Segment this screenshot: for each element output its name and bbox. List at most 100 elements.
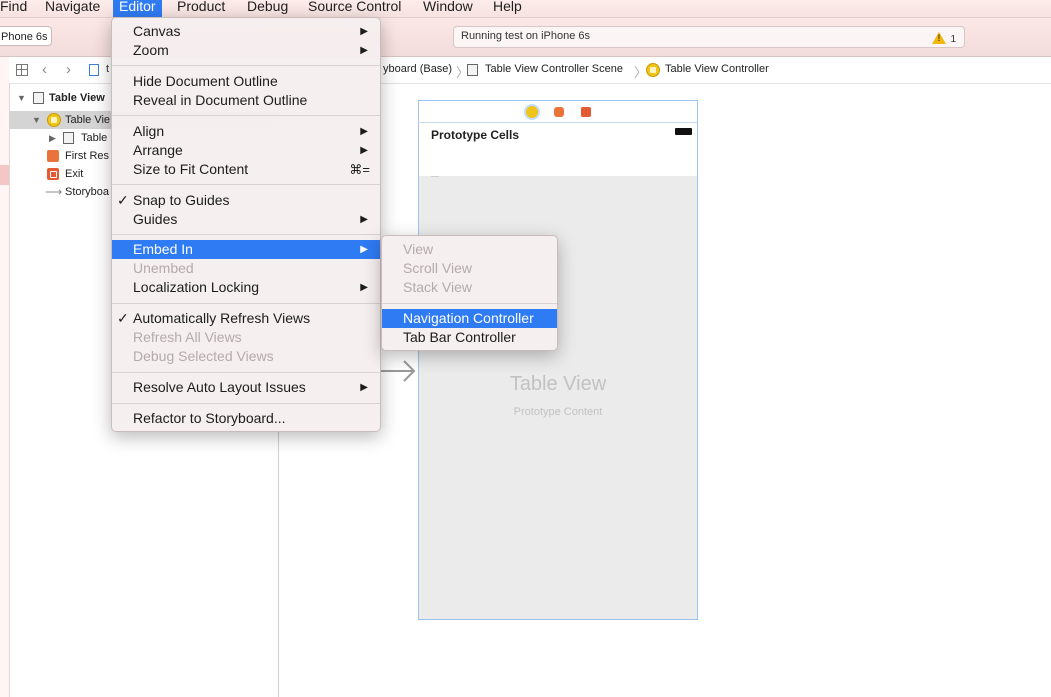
table-view-subtitle: Prototype Content — [513, 406, 603, 418]
menu-item-guides[interactable]: Guides ▶ — [112, 210, 380, 229]
forward-chevron-icon[interactable]: › — [66, 61, 71, 78]
breadcrumb-controller[interactable]: Table View Controller — [665, 63, 769, 75]
menu-item-label: View — [403, 241, 434, 257]
menu-item-automatically-refresh-views[interactable]: ✓ Automatically Refresh Views — [112, 309, 380, 328]
disclosure-triangle-icon[interactable]: ▼ — [32, 111, 41, 129]
menu-item-zoom[interactable]: Zoom ▶ — [112, 41, 380, 60]
menu-item-label: Tab Bar Controller — [403, 329, 516, 345]
storyboard-file-icon — [89, 64, 99, 76]
menu-separator — [112, 65, 380, 66]
menu-item-canvas[interactable]: Canvas ▶ — [112, 22, 380, 41]
warning-indicator[interactable]: 1 — [932, 30, 956, 45]
editor-menu: Canvas ▶ Zoom ▶ Hide Document Outline Reve… — [111, 17, 381, 432]
menu-item-label: Embed In — [133, 241, 193, 257]
breadcrumb-storyboard[interactable]: yboard (Base) — [383, 63, 452, 75]
scene-dock — [418, 100, 698, 123]
breadcrumb-separator: 〉 — [634, 65, 648, 80]
menu-item-debug-selected-views: Debug Selected Views — [112, 347, 380, 366]
view-controller-icon[interactable] — [526, 106, 538, 118]
crumb-file-truncated[interactable]: t — [106, 63, 109, 75]
menu-item-arrange[interactable]: Arrange ▶ — [112, 141, 380, 160]
entry-point-arrow-icon[interactable] — [378, 356, 416, 386]
menu-separator — [112, 234, 380, 235]
warning-icon — [932, 32, 947, 44]
menu-separator — [112, 372, 380, 373]
warning-count: 1 — [950, 34, 956, 45]
menu-bar: Find Navigate Editor Product Debug Sourc… — [0, 0, 1051, 18]
outline-label: First Res — [65, 150, 109, 162]
menu-item-label: Stack View — [403, 279, 472, 295]
outline-label: Storyboa — [65, 186, 110, 198]
submenu-arrow-icon: ▶ — [360, 214, 368, 225]
menu-item-size-to-fit-content[interactable]: Size to Fit Content ⌘= — [112, 160, 380, 179]
menu-product[interactable]: Product — [171, 0, 231, 17]
submenu-arrow-icon: ▶ — [360, 145, 368, 156]
menu-separator — [112, 403, 380, 404]
navigator-strip-highlight — [0, 165, 9, 185]
menu-item-snap-to-guides[interactable]: ✓ Snap to Guides — [112, 191, 380, 210]
first-responder-icon[interactable] — [554, 107, 564, 117]
submenu-arrow-icon: ▶ — [360, 126, 368, 137]
view-controller-icon — [646, 63, 660, 77]
checkmark-icon: ✓ — [117, 192, 129, 208]
menu-editor[interactable]: Editor — [113, 0, 162, 17]
menu-item-reveal-in-document-outline[interactable]: Reveal in Document Outline — [112, 91, 380, 110]
menu-separator — [112, 115, 380, 116]
submenu-arrow-icon: ▶ — [360, 244, 368, 255]
outline-label: Table Vie — [65, 114, 111, 126]
menu-item-label: Snap to Guides — [133, 192, 230, 208]
menu-item-label: Unembed — [133, 260, 194, 276]
menu-item-label: Arrange — [133, 142, 183, 158]
menu-item-refresh-all-views: Refresh All Views — [112, 328, 380, 347]
menu-item-view: View — [382, 240, 557, 259]
menu-item-localization-locking[interactable]: Localization Locking ▶ — [112, 278, 380, 297]
menu-item-navigation-controller[interactable]: Navigation Controller — [382, 309, 557, 328]
menu-window[interactable]: Window — [417, 0, 479, 17]
breadcrumb-scene[interactable]: Table View Controller Scene — [485, 63, 623, 75]
menu-item-embed-in[interactable]: Embed In ▶ — [112, 240, 380, 259]
menu-item-label: Refresh All Views — [133, 329, 242, 345]
table-view-title: Table View — [509, 373, 607, 395]
disclosure-triangle-icon[interactable]: ▶ — [49, 129, 56, 147]
menu-navigate[interactable]: Navigate — [39, 0, 106, 17]
outline-label: Table View — [49, 92, 105, 104]
menu-item-unembed: Unembed — [112, 259, 380, 278]
menu-debug[interactable]: Debug — [241, 0, 294, 17]
menu-source-control[interactable]: Source Control — [302, 0, 407, 17]
menu-find[interactable]: Find — [0, 0, 33, 17]
checkmark-icon: ✓ — [117, 310, 129, 326]
menu-item-label: Resolve Auto Layout Issues — [133, 379, 306, 395]
menu-item-refactor-to-storyboard[interactable]: Refactor to Storyboard... — [112, 409, 380, 428]
submenu-arrow-icon: ▶ — [360, 45, 368, 56]
scheme-selector[interactable]: Phone 6s — [0, 26, 52, 46]
prototype-cells-label: Prototype Cells — [431, 128, 520, 142]
prototype-cell[interactable]: Prototype Cells — [419, 123, 697, 176]
menu-item-resolve-auto-layout-issues[interactable]: Resolve Auto Layout Issues ▶ — [112, 378, 380, 397]
back-chevron-icon[interactable]: ‹ — [42, 61, 47, 78]
menu-item-hide-document-outline[interactable]: Hide Document Outline — [112, 72, 380, 91]
menu-item-label: Align — [133, 123, 165, 139]
related-items-icon[interactable] — [16, 64, 28, 76]
exit-icon[interactable] — [581, 107, 591, 117]
menu-item-label: Size to Fit Content — [133, 161, 249, 177]
embed-in-submenu: View Scroll View Stack View Navigation C… — [381, 235, 558, 351]
scene-icon — [467, 64, 478, 76]
menu-item-label: Reveal in Document Outline — [133, 92, 308, 108]
menu-item-align[interactable]: Align ▶ — [112, 122, 380, 141]
activity-status: Running test on iPhone 6s — [461, 30, 591, 42]
table-view-controller-scene[interactable]: Prototype Cells Table View Prototype Con… — [418, 123, 698, 620]
view-controller-icon — [47, 113, 61, 127]
menu-item-label: Guides — [133, 211, 178, 227]
first-responder-icon — [47, 150, 59, 162]
menu-separator — [112, 303, 380, 304]
arrow-icon: ⟶ — [45, 185, 63, 199]
menu-item-label: Debug Selected Views — [133, 348, 274, 364]
menu-item-label: Navigation Controller — [403, 310, 534, 326]
disclosure-triangle-icon[interactable]: ▼ — [17, 89, 26, 107]
submenu-arrow-icon: ▶ — [360, 26, 368, 37]
menu-separator — [112, 184, 380, 185]
menu-item-label: Refactor to Storyboard... — [133, 410, 286, 426]
menu-item-tab-bar-controller[interactable]: Tab Bar Controller — [382, 328, 557, 347]
menu-help[interactable]: Help — [487, 0, 528, 17]
menu-item-label: Localization Locking — [133, 279, 260, 295]
